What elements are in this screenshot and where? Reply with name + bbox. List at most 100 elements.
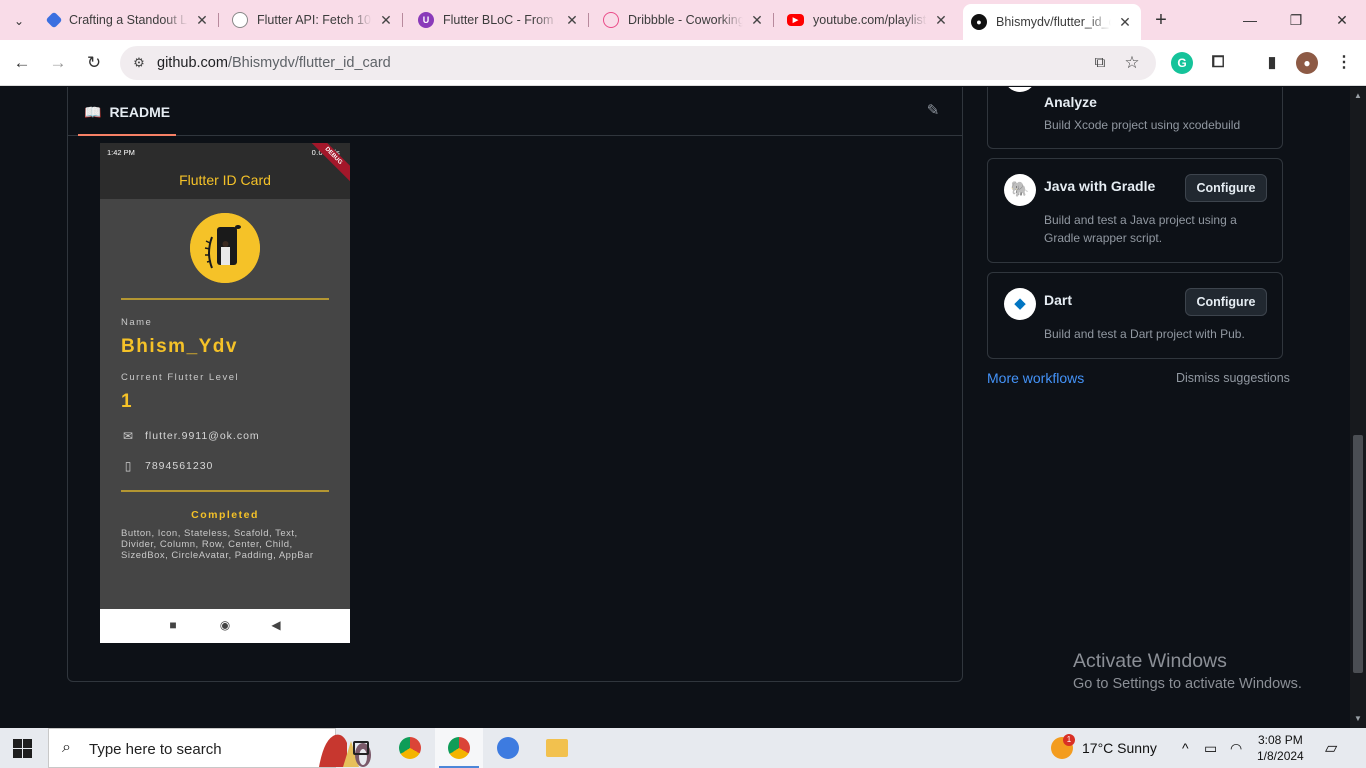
windows-taskbar: ⌕ Type here to search 1 17°C Sunny ^ ▭ ◠…: [0, 728, 1366, 768]
bookmark-star-icon[interactable]: ☆: [1122, 53, 1142, 73]
url-host: github.com: [157, 55, 228, 71]
workflow-card-xcode: ⚒ Analyze Build Xcode project using xcod…: [987, 87, 1283, 149]
blue-diamond-icon: [45, 11, 63, 29]
circle-avatar: [190, 213, 260, 283]
scrollbar-thumb[interactable]: [1353, 435, 1363, 673]
address-bar[interactable]: ⚙ github.com/Bhismydv/flutter_id_card ⧉ …: [120, 46, 1156, 80]
phone-status-time: 1:42 PM: [107, 148, 135, 157]
tab-title: Crafting a Standout LinkedIn: [69, 13, 188, 27]
browser-toolbar: ← → ↻ ⚙ github.com/Bhismydv/flutter_id_c…: [0, 40, 1366, 86]
xcode-logo-icon: ⚒: [1004, 87, 1036, 92]
close-icon[interactable]: ✕: [194, 12, 210, 29]
recents-square-icon: ■: [169, 618, 177, 632]
workflow-desc: Build and test a Java project using a Gr…: [1044, 213, 1237, 245]
android-nav-bar: ■ ◉ ◀: [100, 609, 350, 643]
level-value: 1: [121, 391, 134, 412]
configure-button[interactable]: Configure: [1185, 174, 1267, 202]
weather-sun-icon[interactable]: 1: [1051, 734, 1075, 759]
tab-title: Bhismydv/flutter_id_card: [996, 15, 1111, 29]
tab-search-chevron-icon[interactable]: ⌄: [6, 8, 32, 34]
restore-button[interactable]: ❐: [1273, 8, 1319, 32]
configure-button[interactable]: Configure: [1185, 288, 1267, 316]
wifi-icon[interactable]: ◠: [1230, 740, 1242, 757]
book-icon: 📖: [84, 103, 102, 120]
browser-tab[interactable]: Crafting a Standout LinkedIn ✕: [40, 6, 219, 34]
grammarly-icon[interactable]: G: [1171, 52, 1193, 74]
phone-icon: ▯: [124, 459, 133, 473]
side-panel-icon[interactable]: ▮: [1261, 52, 1283, 74]
tab-title: Flutter BLoC - From Zero: [443, 13, 558, 27]
workflow-card-gradle: 🐘 Java with Gradle Configure Build and t…: [987, 158, 1283, 263]
phone-app-bar-title: Flutter ID Card: [100, 161, 350, 199]
readme-header: 📖 README ✎: [68, 87, 962, 136]
completed-list: Button, Icon, Stateless, Scafold, Text, …: [121, 528, 314, 561]
new-tab-button[interactable]: +: [1150, 10, 1172, 30]
search-placeholder: Type here to search: [89, 741, 222, 758]
edit-pencil-icon[interactable]: ✎: [922, 100, 944, 122]
dismiss-suggestions-link[interactable]: Dismiss suggestions: [1176, 371, 1290, 385]
reload-icon[interactable]: ↻: [82, 51, 106, 75]
close-icon[interactable]: ✕: [933, 12, 949, 29]
tab-title: youtube.com/playlist: [813, 13, 927, 27]
weather-badge: 1: [1063, 734, 1075, 746]
readme-tab[interactable]: 📖 README: [78, 90, 177, 136]
close-icon[interactable]: ✕: [564, 12, 580, 29]
browser-tab[interactable]: Flutter API: Fetch 10 Products ✕: [224, 6, 403, 34]
home-circle-icon: ◉: [219, 618, 231, 632]
chrome-profile-taskbar-icon[interactable]: [435, 728, 483, 768]
install-app-icon[interactable]: ⧉: [1090, 53, 1110, 73]
name-label: Name: [121, 317, 153, 328]
window-close-button[interactable]: ✕: [1319, 8, 1365, 32]
email-icon: ✉: [122, 429, 135, 443]
level-label: Current Flutter Level: [121, 372, 240, 383]
email-text: flutter.9911@ok.com: [145, 430, 260, 442]
task-view-icon[interactable]: [337, 728, 385, 768]
site-info-icon[interactable]: ⚙: [130, 54, 148, 72]
scroll-down-arrow-icon[interactable]: ▼: [1350, 714, 1366, 723]
clock-date: 1/8/2024: [1257, 749, 1304, 763]
completed-title: Completed: [191, 509, 259, 521]
windows-start-icon[interactable]: [13, 739, 32, 758]
watermark-subtitle: Go to Settings to activate Windows.: [1073, 676, 1302, 692]
activate-windows-watermark: Activate Windows Go to Settings to activ…: [1073, 650, 1302, 692]
search-icon: ⌕: [62, 739, 71, 756]
back-arrow-icon[interactable]: ←: [10, 51, 34, 75]
phone-number-text: 7894561230: [145, 460, 214, 472]
phone-divider: [121, 298, 329, 300]
tray-chevron-up-icon[interactable]: ^: [1182, 740, 1189, 756]
chrome-taskbar-icon[interactable]: [386, 728, 434, 768]
weather-text[interactable]: 17°C Sunny: [1082, 740, 1157, 756]
page-scrollbar[interactable]: ▲ ▼: [1350, 87, 1366, 728]
more-workflows-link[interactable]: More workflows: [987, 370, 1084, 386]
globe-icon: [232, 12, 248, 28]
phone-divider: [121, 490, 329, 492]
taskbar-clock[interactable]: 3:08 PM 1/8/2024: [1257, 732, 1304, 764]
close-icon[interactable]: ✕: [749, 12, 765, 29]
browser-tab[interactable]: U Flutter BLoC - From Zero ✕: [410, 6, 589, 34]
workflow-desc: Build Xcode project using xcodebuild: [1044, 118, 1241, 132]
extensions-puzzle-icon[interactable]: ⧠: [1207, 52, 1229, 74]
browser-tab[interactable]: ▶ youtube.com/playlist ✕: [779, 6, 957, 34]
forward-arrow-icon[interactable]: →: [46, 51, 70, 75]
notification-icon[interactable]: ▱: [1325, 738, 1337, 758]
file-explorer-taskbar-icon[interactable]: [533, 728, 581, 768]
taskbar-search-box[interactable]: ⌕ Type here to search: [48, 728, 371, 768]
browser-tab[interactable]: Dribbble - Coworking ✕: [595, 6, 774, 34]
workflow-name: Java with Gradle: [1044, 178, 1156, 194]
profile-avatar[interactable]: ●: [1296, 52, 1318, 74]
close-icon[interactable]: ✕: [1117, 14, 1133, 31]
url-path: /Bhismydv/flutter_id_card: [227, 55, 391, 71]
workflow-card-dart: ◆ Dart Configure Build and test a Dart p…: [987, 272, 1283, 359]
menu-kebab-icon[interactable]: ⋮: [1333, 52, 1355, 74]
android-studio-taskbar-icon[interactable]: [484, 728, 532, 768]
url-text[interactable]: github.com/Bhismydv/flutter_id_card: [157, 55, 391, 71]
browser-tab-strip: ⌄ Crafting a Standout LinkedIn ✕ Flutter…: [0, 0, 1366, 40]
minimize-button[interactable]: —: [1227, 8, 1273, 32]
phone-row: ▯ 7894561230: [121, 459, 213, 473]
udemy-icon: U: [418, 12, 434, 28]
browser-tab-active[interactable]: ● Bhismydv/flutter_id_card ✕: [963, 4, 1141, 40]
battery-icon[interactable]: ▭: [1204, 740, 1217, 757]
close-icon[interactable]: ✕: [378, 12, 394, 29]
scroll-up-arrow-icon[interactable]: ▲: [1350, 91, 1366, 100]
avatar-illustration-icon: [190, 213, 260, 283]
